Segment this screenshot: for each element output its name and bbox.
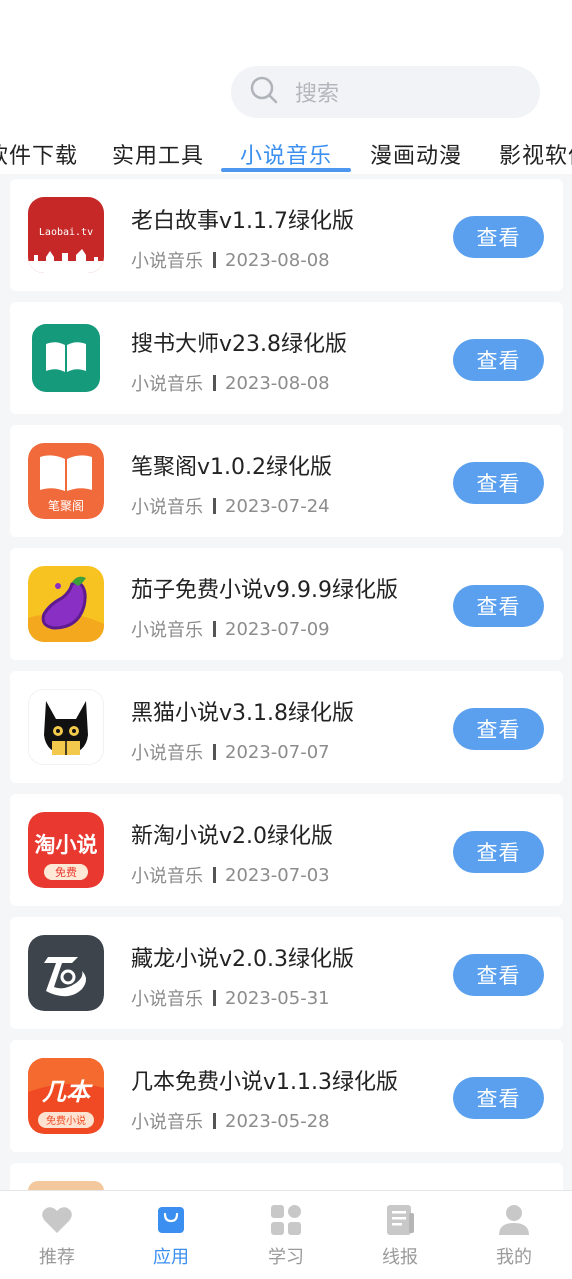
app-card[interactable] [10,1163,563,1190]
app-meta: 小说音乐 2023-05-31 [131,985,330,1011]
meta-divider [213,990,216,1006]
view-button[interactable]: 查看 [453,462,544,504]
app-title: 老白故事v1.1.7绿化版 [131,209,354,234]
laobai-app-icon: Laobai.tv [28,197,104,273]
active-tab-indicator [221,168,351,172]
app-category: 小说音乐 [131,1112,203,1133]
search-bar[interactable]: 搜索 [231,66,540,118]
search-placeholder: 搜索 [295,82,340,107]
user-icon [469,1203,559,1237]
meta-divider [213,744,216,760]
app-date: 2023-07-24 [225,495,330,517]
app-category: 小说音乐 [131,497,203,518]
canglong-app-icon [28,935,104,1011]
view-button[interactable]: 查看 [453,831,544,873]
app-meta: 小说音乐 2023-05-28 [131,1108,330,1134]
app-title: 几本免费小说v1.1.3绿化版 [131,1070,398,1095]
bijuge-app-icon: 笔聚阁 [28,443,104,519]
view-button[interactable]: 查看 [453,1077,544,1119]
meta-divider [213,375,216,391]
app-meta: 小说音乐 2023-07-03 [131,862,330,888]
jiben-icon-subtext: 免费小说 [46,1114,86,1127]
app-date: 2023-08-08 [225,249,330,271]
app-title: 新淘小说v2.0绿化版 [131,824,334,849]
nav-apps-label: 应用 [153,1247,189,1268]
jiben-icon-text: 几本 [42,1078,93,1106]
app-date: 2023-05-31 [225,987,330,1009]
app-card[interactable]: 几本 免费小说 几本免费小说v1.1.3绿化版 小说音乐 2023-05-28 … [10,1040,563,1152]
app-card[interactable]: 藏龙小说v2.0.3绿化版 小说音乐 2023-05-31 查看 [10,917,563,1029]
app-card[interactable]: 搜书大师v23.8绿化版 小说音乐 2023-08-08 查看 [10,302,563,414]
app-category: 小说音乐 [131,620,203,641]
meta-divider [213,1113,216,1129]
tab-video-software[interactable]: 影视软件 [499,138,572,170]
meta-divider [213,498,216,514]
app-date: 2023-07-03 [225,864,330,886]
app-meta: 小说音乐 2023-07-09 [131,616,330,642]
app-title: 搜书大师v23.8绿化版 [131,332,348,357]
shopping-bag-icon [126,1203,216,1237]
app-date: 2023-05-28 [225,1110,330,1132]
book-app-icon [28,320,104,396]
nav-recommend-label: 推荐 [39,1247,75,1268]
meta-divider [213,621,216,637]
tab-utilities[interactable]: 实用工具 [112,138,204,170]
app-card[interactable]: Laobai.tv 老白故事v1.1.7绿化版 小说音乐 2023-08-08 … [10,179,563,291]
view-button[interactable]: 查看 [453,708,544,750]
app-date: 2023-07-07 [225,741,330,763]
black-cat-app-icon [28,689,104,765]
app-meta: 小说音乐 2023-07-24 [131,493,330,519]
app-date: 2023-08-08 [225,372,330,394]
view-button[interactable]: 查看 [453,216,544,258]
tab-software-download[interactable]: 软件下载 [0,138,78,170]
tab-comics-anime[interactable]: 漫画动漫 [370,138,462,170]
app-category: 小说音乐 [131,989,203,1010]
laobai-icon-text: Laobai.tv [39,227,93,238]
tab-novel-music[interactable]: 小说音乐 [240,138,332,170]
app-meta: 小说音乐 2023-07-07 [131,739,330,765]
jiben-app-icon: 几本 免费小说 [28,1058,104,1134]
grid-icon [241,1203,331,1237]
bijuge-icon-text: 笔聚阁 [48,498,84,513]
nav-mine-label: 我的 [496,1247,532,1268]
app-icon-partial [28,1181,104,1190]
app-title: 藏龙小说v2.0.3绿化版 [131,947,354,972]
bottom-nav: 推荐 应用 学习 线报 我的 [0,1190,572,1279]
taoxiaoshuo-icon-text: 淘小说 [35,833,98,857]
heart-icon [12,1203,102,1237]
nav-study[interactable]: 学习 [241,1199,331,1275]
taoxiaoshuo-app-icon: 淘小说 免费 [28,812,104,888]
app-category: 小说音乐 [131,374,203,395]
nav-recommend[interactable]: 推荐 [12,1199,102,1275]
nav-mine[interactable]: 我的 [469,1199,559,1275]
app-meta: 小说音乐 2023-08-08 [131,370,330,396]
app-title: 笔聚阁v1.0.2绿化版 [131,455,332,480]
app-title: 黑猫小说v3.1.8绿化版 [131,701,354,726]
app-category: 小说音乐 [131,866,203,887]
taoxiaoshuo-icon-subtext: 免费 [55,865,77,879]
app-category: 小说音乐 [131,251,203,272]
search-icon [249,75,279,109]
app-card[interactable]: 笔聚阁 笔聚阁v1.0.2绿化版 小说音乐 2023-07-24 查看 [10,425,563,537]
document-icon [355,1203,445,1237]
meta-divider [213,252,216,268]
meta-divider [213,867,216,883]
view-button[interactable]: 查看 [453,954,544,996]
app-title: 茄子免费小说v9.9.9绿化版 [131,578,398,603]
app-card[interactable]: 淘小说 免费 新淘小说v2.0绿化版 小说音乐 2023-07-03 查看 [10,794,563,906]
app-date: 2023-07-09 [225,618,330,640]
app-list[interactable]: Laobai.tv 老白故事v1.1.7绿化版 小说音乐 2023-08-08 … [0,174,572,1190]
app-card[interactable]: 茄子免费小说v9.9.9绿化版 小说音乐 2023-07-09 查看 [10,548,563,660]
view-button[interactable]: 查看 [453,339,544,381]
nav-news-label: 线报 [382,1247,418,1268]
app-meta: 小说音乐 2023-08-08 [131,247,330,273]
eggplant-app-icon [28,566,104,642]
nav-news[interactable]: 线报 [355,1199,445,1275]
app-card[interactable]: 黑猫小说v3.1.8绿化版 小说音乐 2023-07-07 查看 [10,671,563,783]
nav-study-label: 学习 [268,1247,304,1268]
view-button[interactable]: 查看 [453,585,544,627]
app-category: 小说音乐 [131,743,203,764]
nav-apps[interactable]: 应用 [126,1199,216,1275]
